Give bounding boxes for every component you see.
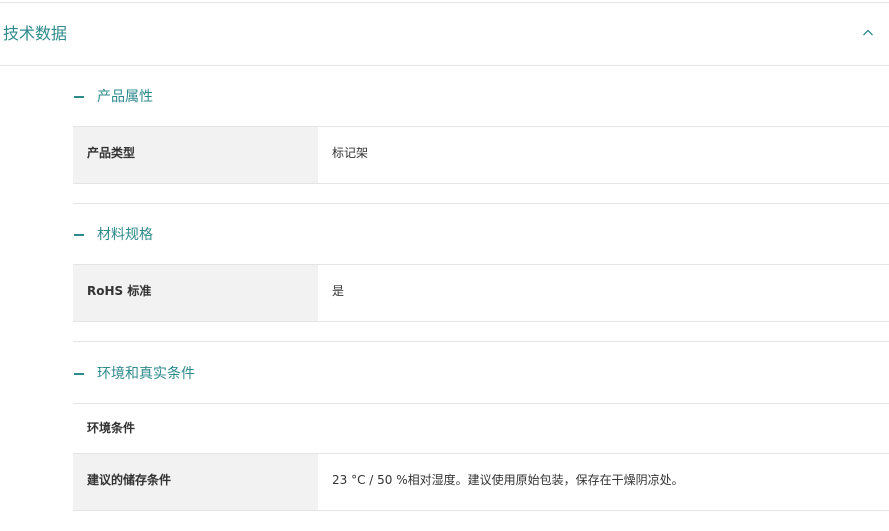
minus-icon[interactable] (74, 96, 84, 98)
section-header-product-attributes[interactable]: 产品属性 (73, 66, 889, 127)
section-divider (73, 184, 889, 204)
section-environment-conditions: 环境和真实条件 环境条件 建议的储存条件 23 °C / 50 %相对湿度。建议… (73, 343, 889, 511)
chevron-up-icon[interactable] (861, 25, 875, 39)
table-row: 建议的储存条件 23 °C / 50 %相对湿度。建议使用原始包装，保存在干燥阴… (73, 454, 889, 511)
row-value: 23 °C / 50 %相对湿度。建议使用原始包装，保存在干燥阴凉处。 (332, 473, 684, 487)
minus-icon[interactable] (74, 234, 84, 236)
row-label: 产品类型 (73, 127, 318, 183)
table-row: 环境条件 (73, 404, 889, 454)
table-row: RoHS 标准 是 (73, 265, 889, 322)
technical-data-title: 技术数据 (3, 24, 68, 43)
section-title: 环境和真实条件 (97, 366, 195, 382)
section-header-environment-conditions[interactable]: 环境和真实条件 (73, 343, 889, 404)
section-title: 材料规格 (97, 227, 153, 243)
row-value: 是 (332, 284, 345, 298)
row-value: 标记架 (332, 146, 369, 160)
section-title: 产品属性 (97, 89, 153, 105)
row-label: 建议的储存条件 (73, 454, 318, 510)
row-value (318, 404, 889, 453)
section-header-material-specs[interactable]: 材料规格 (73, 204, 889, 265)
technical-data-header[interactable]: 技术数据 (0, 3, 889, 66)
table-row: 产品类型 标记架 (73, 127, 889, 184)
section-material-specs: 材料规格 RoHS 标准 是 (73, 204, 889, 342)
row-label: 环境条件 (87, 421, 136, 435)
section-product-attributes: 产品属性 产品类型 标记架 (73, 66, 889, 204)
row-label: RoHS 标准 (73, 265, 318, 321)
minus-icon[interactable] (74, 373, 84, 375)
section-divider (73, 322, 889, 342)
